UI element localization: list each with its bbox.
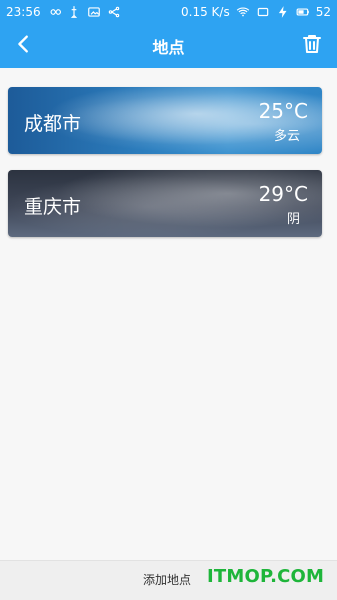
infinity-icon (47, 5, 61, 19)
status-time: 23:56 (6, 5, 41, 19)
status-left: 23:56 (6, 5, 121, 19)
content: 成都市 25°C 多云 重庆市 29°C 阴 (0, 68, 337, 560)
page-title: 地点 (152, 38, 185, 57)
temperature: 29°C (258, 182, 308, 206)
back-button[interactable] (12, 34, 36, 58)
city-name: 成都市 (24, 113, 82, 135)
usb-icon (67, 5, 81, 19)
screen-icon (256, 5, 270, 19)
bottom-bar: 添加地点 ITMOP.COM (0, 560, 337, 600)
watermark: ITMOP.COM (207, 566, 325, 587)
weather-condition: 阴 (286, 212, 300, 227)
battery-icon (296, 5, 310, 19)
image-icon (87, 5, 101, 19)
add-location-button[interactable]: 添加地点 (143, 571, 191, 588)
weather-condition: 多云 (273, 129, 300, 144)
wifi-icon (236, 5, 250, 19)
status-bar: 23:56 0.15 K/s 52 (0, 0, 337, 24)
temperature: 25°C (258, 99, 308, 123)
back-arrow-icon (13, 33, 35, 59)
location-card[interactable]: 成都市 25°C 多云 (8, 87, 322, 154)
city-name: 重庆市 (24, 196, 82, 218)
trash-icon (300, 32, 324, 60)
share-icon (107, 5, 121, 19)
battery-level: 52 (315, 5, 331, 19)
data-rate-unit: K/s (211, 5, 230, 19)
delete-button[interactable] (299, 33, 325, 59)
app-bar: 地点 (0, 24, 337, 68)
data-rate: 0.15 K/s (181, 5, 230, 19)
charging-icon (276, 5, 290, 19)
status-right: 0.15 K/s 52 (181, 5, 331, 19)
location-card[interactable]: 重庆市 29°C 阴 (8, 170, 322, 237)
data-rate-value: 0.15 (181, 5, 208, 19)
